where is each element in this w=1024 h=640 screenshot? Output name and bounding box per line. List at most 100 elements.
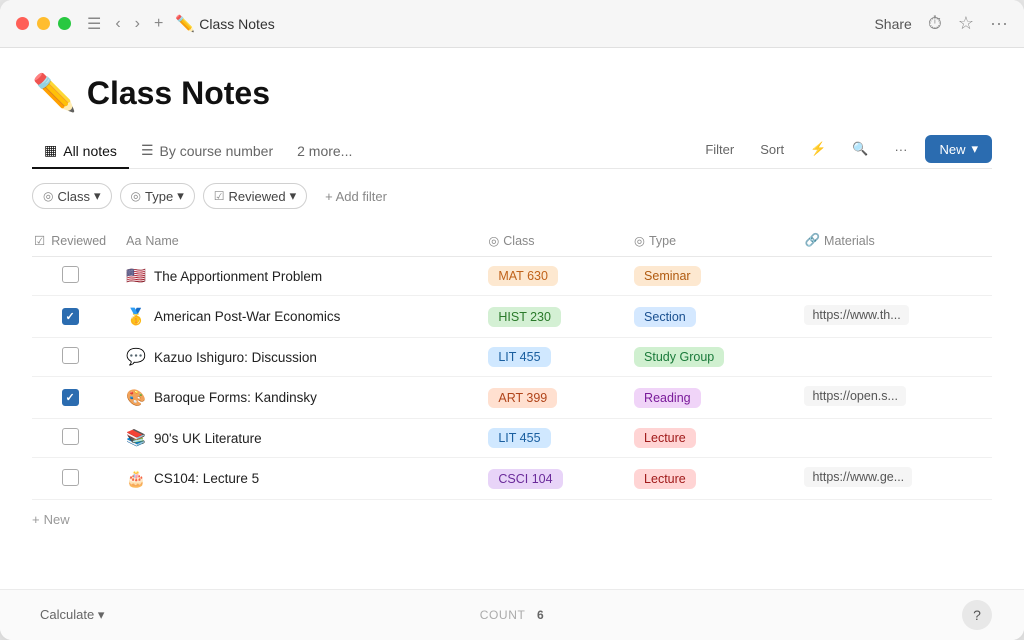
name-cell[interactable]: 🇺🇸The Apportionment Problem xyxy=(116,257,478,296)
titlebar-actions: Share ⏱ ☆ ··· xyxy=(874,13,1008,34)
count-display: COUNT 6 xyxy=(480,608,545,622)
star-icon[interactable]: ☆ xyxy=(958,13,974,34)
minimize-button[interactable] xyxy=(37,17,50,30)
close-button[interactable] xyxy=(16,17,29,30)
tab-by-course[interactable]: ☰ By course number xyxy=(129,134,285,169)
add-filter-button[interactable]: + Add filter xyxy=(315,185,397,208)
reviewed-cell xyxy=(32,257,116,296)
row-emoji: 📚 xyxy=(126,428,146,448)
name-cell[interactable]: 🥇 American Post-War Economics xyxy=(116,296,478,338)
type-cell: Lecture xyxy=(624,419,794,458)
traffic-lights xyxy=(16,17,71,30)
row-name: American Post-War Economics xyxy=(154,309,340,324)
filter-button[interactable]: Filter xyxy=(697,138,742,161)
th-type: ◎ Type xyxy=(624,225,794,257)
history-icon[interactable]: ⏱ xyxy=(928,13,942,34)
type-cell: Study Group xyxy=(624,338,794,377)
row-emoji: 🇺🇸 xyxy=(126,266,146,286)
name-cell[interactable]: 💬Kazuo Ishiguro: Discussion xyxy=(116,338,478,377)
calculate-button[interactable]: Calculate ▾ xyxy=(32,603,112,627)
filter-bar: ◎ Class ▾ ◎ Type ▾ ☑ Reviewed ▾ + Add fi… xyxy=(32,183,992,209)
reviewed-cell xyxy=(32,419,116,458)
lightning-button[interactable]: ⚡ xyxy=(802,137,834,161)
reviewed-checkbox[interactable] xyxy=(62,266,79,283)
class-filter-chevron: ▾ xyxy=(94,188,101,204)
new-button[interactable]: New ▾ xyxy=(925,135,992,163)
th-materials: 🔗 Materials xyxy=(794,225,992,257)
materials-link[interactable]: https://www.ge... xyxy=(804,467,912,487)
class-badge: LIT 455 xyxy=(488,347,550,367)
reviewed-checkbox[interactable] xyxy=(62,389,79,406)
reviewed-cell xyxy=(32,458,116,500)
table-row: 💬Kazuo Ishiguro: Discussion LIT 455 Study … xyxy=(32,338,992,377)
back-button[interactable]: ‹ xyxy=(111,13,124,35)
materials-cell xyxy=(794,419,992,458)
type-filter-chip[interactable]: ◎ Type ▾ xyxy=(120,183,195,209)
help-button[interactable]: ? xyxy=(962,600,992,630)
titlebar-title: Class Notes xyxy=(199,16,274,32)
row-emoji: 💬 xyxy=(126,347,146,367)
fullscreen-button[interactable] xyxy=(58,17,71,30)
sidebar-toggle[interactable]: ☰ xyxy=(83,12,105,36)
reviewed-checkbox[interactable] xyxy=(62,308,79,325)
titlebar-page-icon: ✏️ xyxy=(175,14,195,34)
name-cell[interactable]: 🎂CS104: Lecture 5 xyxy=(116,458,478,500)
forward-button[interactable]: › xyxy=(131,13,144,35)
new-row-label: New xyxy=(44,512,70,527)
more-options-icon[interactable]: ··· xyxy=(990,13,1008,34)
add-page-button[interactable]: + xyxy=(150,13,167,35)
materials-link[interactable]: https://www.th... xyxy=(804,305,908,325)
new-row-button[interactable]: + New xyxy=(32,512,70,527)
class-header-label: Class xyxy=(503,234,534,248)
more-views-button[interactable]: ··· xyxy=(886,138,915,161)
sort-button[interactable]: Sort xyxy=(752,138,792,161)
row-name: 90's UK Literature xyxy=(154,431,262,446)
class-cell: HIST 230 xyxy=(478,296,624,338)
th-name: Aa Name xyxy=(116,225,478,257)
titlebar: ☰ ‹ › + ✏️ Class Notes Share ⏱ ☆ ··· xyxy=(0,0,1024,48)
materials-link[interactable]: https://open.s... xyxy=(804,386,905,406)
tab-all-notes[interactable]: ▦ All notes xyxy=(32,134,129,169)
row-emoji: 🎂 xyxy=(126,469,146,489)
type-filter-icon: ◎ xyxy=(131,189,141,203)
class-cell: LIT 455 xyxy=(478,419,624,458)
table-row: 🎂CS104: Lecture 5CSCI 104Lecturehttps://… xyxy=(32,458,992,500)
reviewed-checkbox[interactable] xyxy=(62,469,79,486)
class-header-icon: ◎ xyxy=(488,233,499,248)
page-header: ✏️ Class Notes xyxy=(32,72,992,114)
count-prefix: COUNT xyxy=(480,608,525,622)
tab-by-course-label: By course number xyxy=(160,143,274,159)
reviewed-checkbox[interactable] xyxy=(62,347,79,364)
type-badge: Study Group xyxy=(634,347,724,367)
class-filter-chip[interactable]: ◎ Class ▾ xyxy=(32,183,112,209)
reviewed-header-icon: ☑ xyxy=(34,233,45,248)
reviewed-filter-chip[interactable]: ☑ Reviewed ▾ xyxy=(203,183,307,209)
materials-header-label: Materials xyxy=(824,234,875,248)
type-cell: Seminar xyxy=(624,257,794,296)
class-cell: MAT 630 xyxy=(478,257,624,296)
reviewed-filter-label: Reviewed xyxy=(229,189,286,204)
type-header-label: Type xyxy=(649,234,676,248)
count-value: 6 xyxy=(537,608,544,622)
materials-cell: https://open.s... xyxy=(794,377,992,419)
reviewed-cell xyxy=(32,338,116,377)
type-cell: Reading xyxy=(624,377,794,419)
table-wrapper: ☑ Reviewed Aa Name ◎ xyxy=(32,225,992,500)
search-button[interactable]: 🔍 xyxy=(844,137,876,161)
type-filter-chevron: ▾ xyxy=(177,188,184,204)
materials-cell xyxy=(794,257,992,296)
reviewed-cell xyxy=(32,377,116,419)
share-button[interactable]: Share xyxy=(874,16,911,32)
reviewed-checkbox[interactable] xyxy=(62,428,79,445)
row-emoji: 🥇 xyxy=(126,307,146,327)
name-cell[interactable]: 🎨Baroque Forms: Kandinsky xyxy=(116,377,478,419)
table-row: 🥇American Post-War EconomicsHIST 230Sect… xyxy=(32,296,992,338)
tab-more[interactable]: 2 more... xyxy=(285,135,364,169)
type-cell: Lecture xyxy=(624,458,794,500)
tabs-bar: ▦ All notes ☰ By course number 2 more...… xyxy=(32,134,992,169)
class-filter-icon: ◎ xyxy=(43,189,53,203)
calculate-chevron: ▾ xyxy=(98,607,105,622)
materials-cell: https://www.ge... xyxy=(794,458,992,500)
name-cell[interactable]: 📚 90's UK Literature xyxy=(116,419,478,458)
table-header-row: ☑ Reviewed Aa Name ◎ xyxy=(32,225,992,257)
